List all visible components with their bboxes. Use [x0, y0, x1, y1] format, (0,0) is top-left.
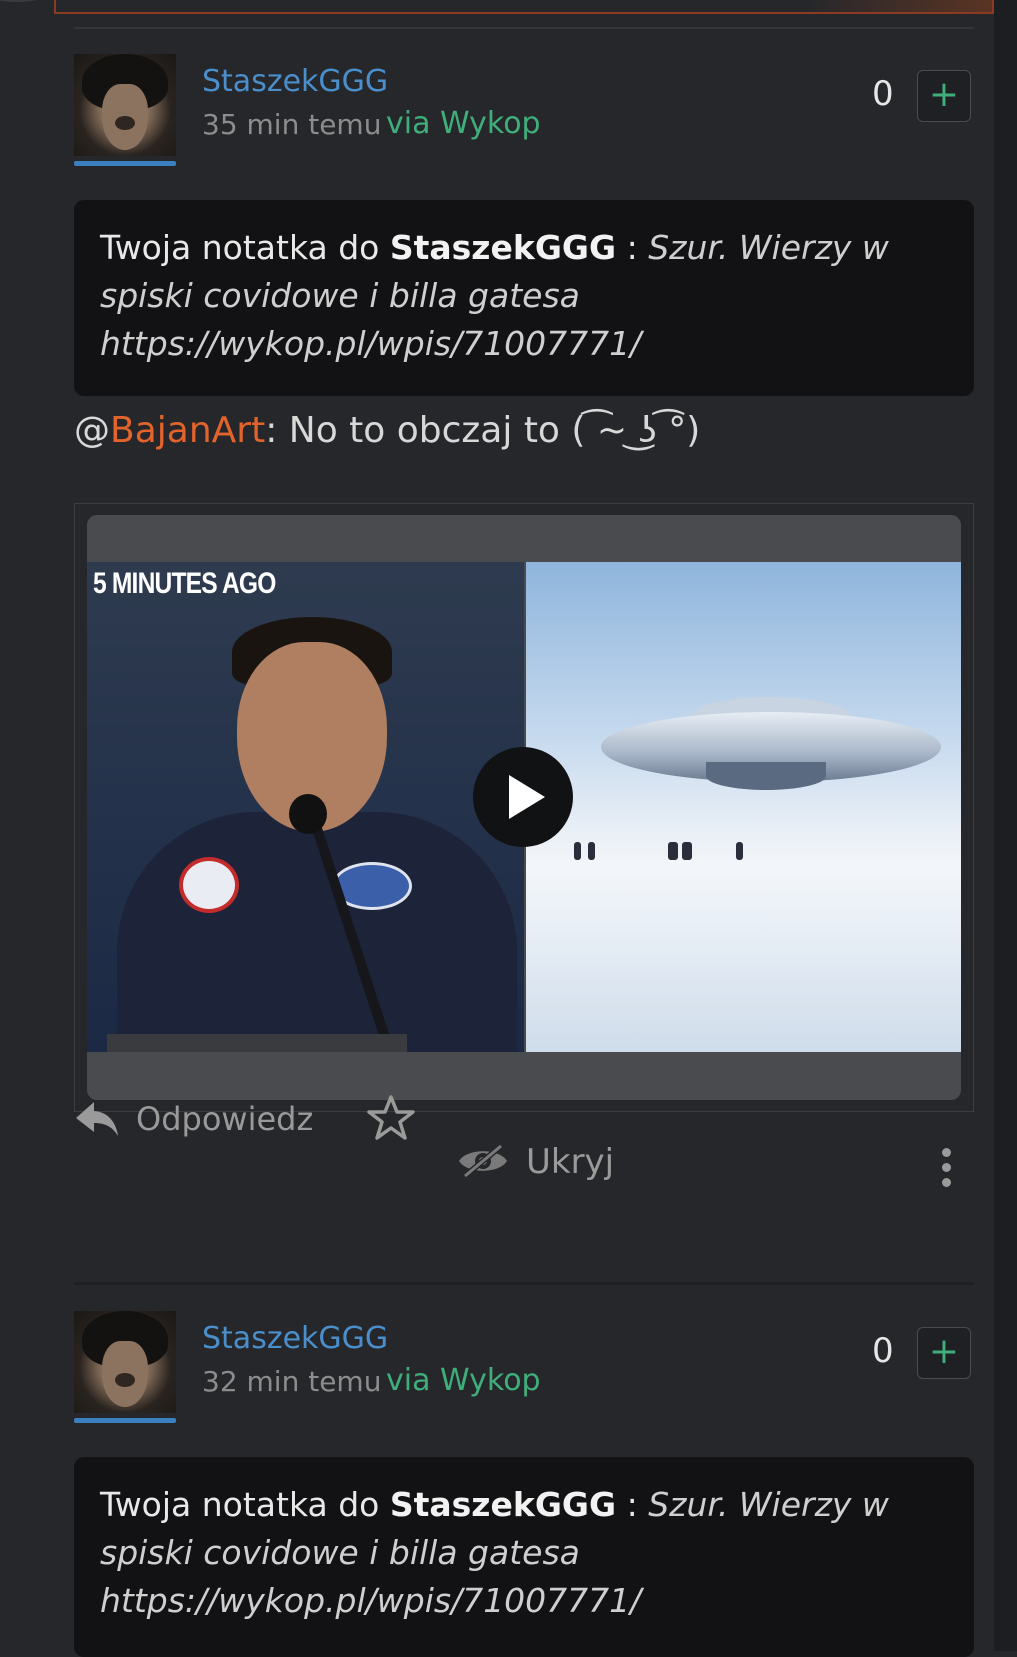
reply-icon[interactable] — [74, 1098, 120, 1138]
thumbnail-figure — [736, 842, 743, 860]
note-username: StaszekGGG — [389, 1485, 617, 1524]
user-note: Twoja notatka do StaszekGGG : Szur. Wier… — [74, 1457, 974, 1657]
note-username: StaszekGGG — [389, 228, 617, 267]
entry-divider — [74, 1282, 974, 1285]
embed-frame: 5 MINUTES AGO — [74, 503, 974, 1112]
vote-count: 0 — [872, 1331, 894, 1371]
hide-button[interactable]: Ukryj — [526, 1142, 614, 1182]
video-thumbnail-right — [526, 562, 961, 1052]
username-link[interactable]: StaszekGGG — [202, 1321, 388, 1356]
mention-at: @ — [74, 410, 110, 451]
thumbnail-figure — [682, 842, 692, 860]
play-icon[interactable] — [473, 747, 573, 847]
avatar-gender-bar — [74, 161, 176, 166]
avatar[interactable] — [74, 54, 176, 156]
thumbnail-figure — [574, 842, 581, 860]
note-prefix: Twoja notatka do — [100, 1485, 390, 1524]
avatar-nose — [115, 116, 135, 130]
thumbnail-podium — [107, 1034, 407, 1052]
divider — [74, 27, 974, 29]
mention-link[interactable]: BajanArt — [110, 410, 265, 451]
reply-button[interactable]: Odpowiedz — [136, 1100, 313, 1138]
thumbnail-figure — [588, 842, 595, 860]
thumbnail-shirt — [117, 812, 517, 1052]
upvote-button[interactable]: + — [917, 1327, 971, 1379]
note-separator: : — [616, 1485, 649, 1524]
eye-slash-icon[interactable] — [457, 1142, 509, 1180]
entry-body: @BajanArt: No to obczaj to ( ͡~ ͜ʖ ͡°) — [74, 410, 700, 451]
upvote-button[interactable]: + — [917, 70, 971, 122]
page-edge — [994, 0, 1017, 1651]
vote-count: 0 — [872, 74, 894, 114]
thumbnail-mic — [289, 794, 327, 834]
play-triangle — [509, 775, 545, 819]
decorative-corner — [0, 0, 52, 2]
timestamp[interactable]: 35 min temu — [202, 108, 381, 141]
more-vertical-icon[interactable] — [942, 1148, 952, 1188]
thumbnail-patch — [179, 857, 239, 913]
via-source-link[interactable]: via Wykop — [386, 106, 541, 141]
avatar-gender-bar — [74, 1418, 176, 1423]
star-icon[interactable] — [366, 1094, 416, 1142]
dot — [942, 1163, 951, 1172]
note-prefix: Twoja notatka do — [100, 228, 390, 267]
thumbnail-ufo-base — [706, 762, 826, 790]
username-link[interactable]: StaszekGGG — [202, 64, 388, 99]
dot — [942, 1148, 951, 1157]
user-note: Twoja notatka do StaszekGGG : Szur. Wier… — [74, 200, 974, 396]
avatar-nose — [115, 1373, 135, 1387]
thumbnail-figure — [668, 842, 678, 860]
avatar[interactable] — [74, 1311, 176, 1413]
note-separator: : — [616, 228, 649, 267]
entry-actions: Odpowiedz Ukryj — [74, 1094, 974, 1204]
previous-entry-bottom-border — [54, 0, 994, 14]
entry-message: : No to obczaj to ( ͡~ ͜ʖ ͡°) — [265, 410, 701, 451]
timestamp[interactable]: 32 min temu — [202, 1365, 381, 1398]
video-caption: 5 MINUTES AGO — [93, 567, 276, 600]
video-thumbnail-left — [87, 562, 524, 1052]
via-source-link[interactable]: via Wykop — [386, 1363, 541, 1398]
video-embed[interactable]: 5 MINUTES AGO — [87, 515, 961, 1100]
dot — [942, 1178, 951, 1187]
